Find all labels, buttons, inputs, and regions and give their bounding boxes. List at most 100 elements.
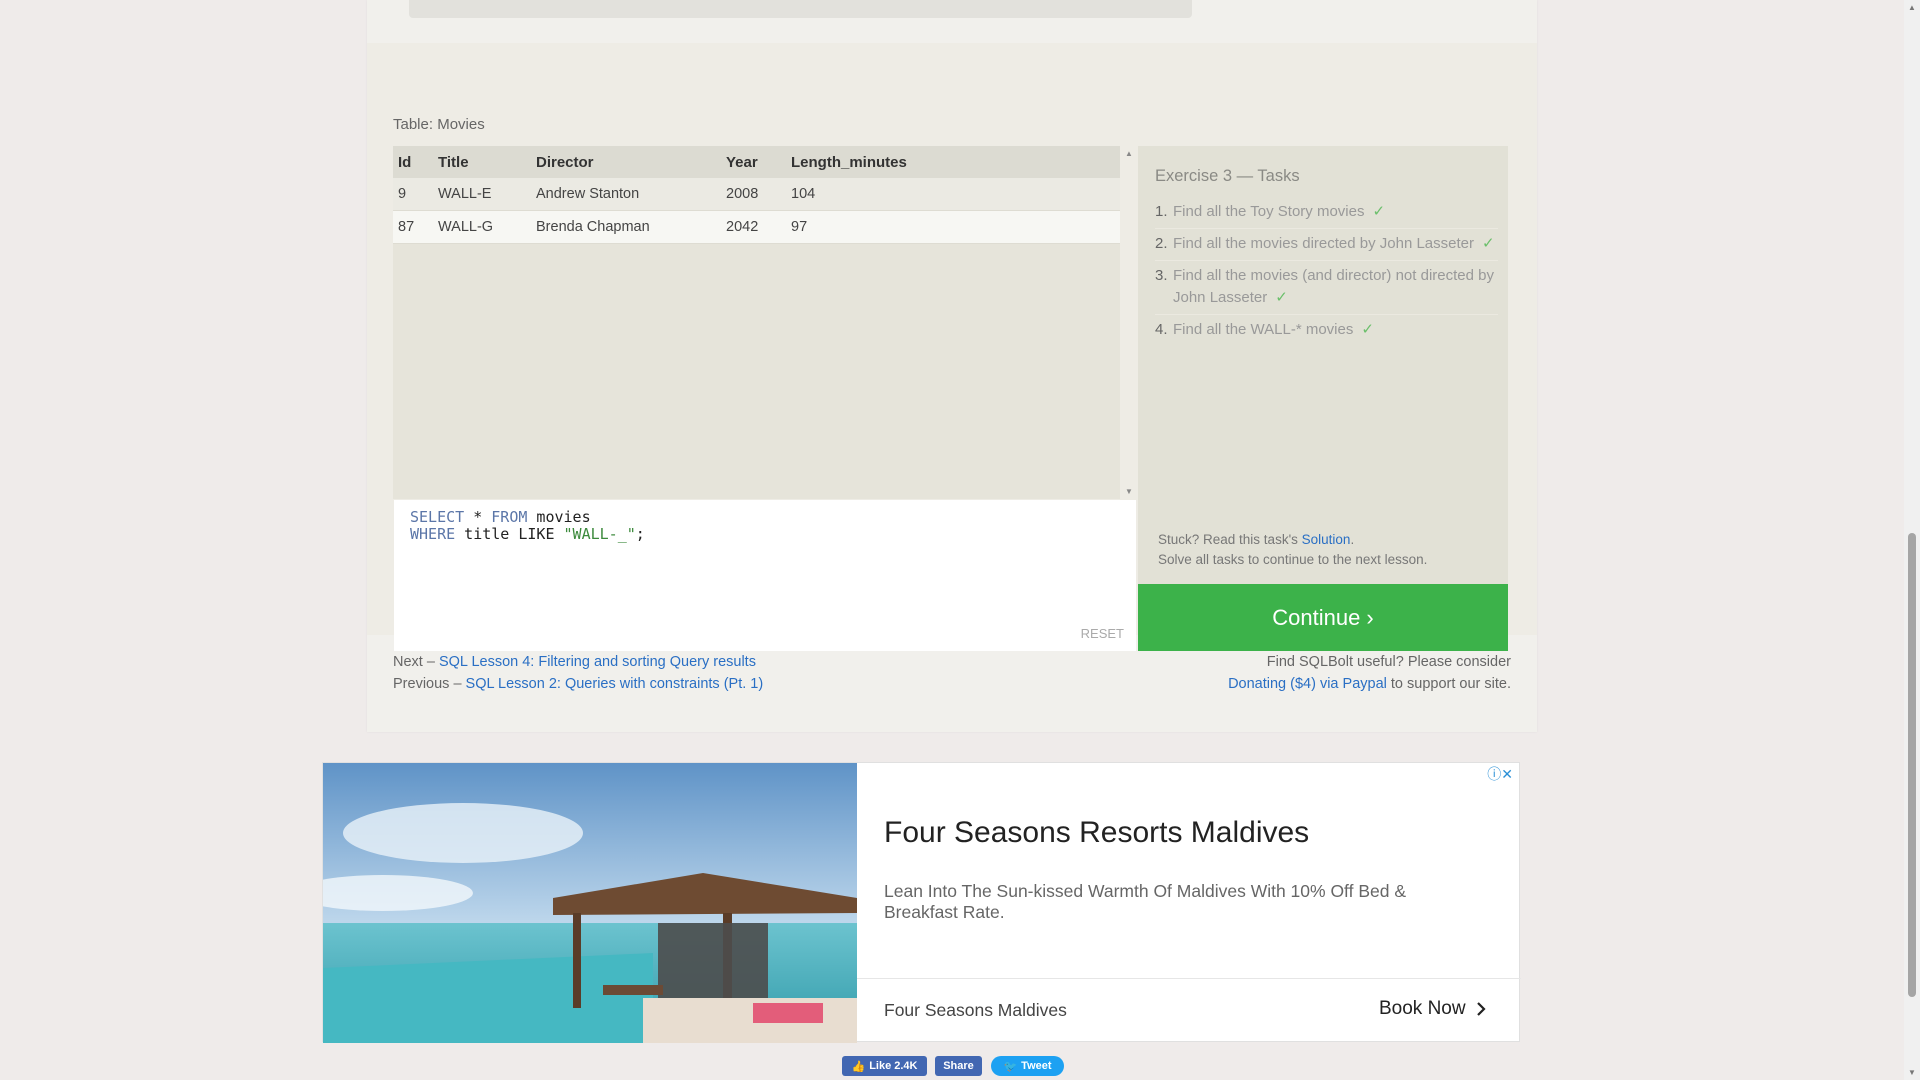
next-lesson-link[interactable]: SQL Lesson 4: Filtering and sorting Quer… — [439, 654, 756, 670]
ad-title[interactable]: Four Seasons Resorts Maldives — [884, 816, 1309, 850]
table-row: 87 WALL-G Brenda Chapman 2042 97 — [393, 210, 1120, 244]
ad-brand: Four Seasons Maldives — [884, 1000, 1067, 1020]
cell-director: Brenda Chapman — [531, 210, 721, 244]
chevron-right-icon — [1476, 1002, 1486, 1016]
resort-pool-illustration — [323, 763, 857, 1043]
column-header-title: Title — [433, 146, 531, 178]
facebook-like-button[interactable]: 👍 Like 2.4K — [842, 1056, 927, 1076]
sql-keyword: WHERE — [410, 525, 456, 543]
continue-button[interactable]: Continue › — [1138, 584, 1508, 651]
checkmark-icon: ✓ — [1372, 203, 1386, 220]
thumbs-up-icon: 👍 — [851, 1060, 866, 1073]
sql-keyword: FROM — [491, 508, 528, 526]
column-header-year: Year — [721, 146, 786, 178]
tweet-button[interactable]: 🐦 Tweet — [991, 1056, 1064, 1076]
ad-divider — [857, 978, 1521, 979]
lesson-card: Table: Movies Id Title Director Year Len… — [367, 0, 1537, 732]
tasks-panel: Exercise 3 — Tasks 1. Find all the Toy St… — [1138, 146, 1508, 584]
table-row: 9 WALL-E Andrew Stanton 2008 104 — [393, 178, 1120, 211]
reset-button[interactable]: RESET — [1081, 626, 1124, 641]
previous-code-block — [409, 0, 1192, 18]
next-prefix: Next – — [393, 654, 439, 670]
task-number: 4. — [1155, 321, 1168, 338]
scrollbar-thumb[interactable] — [1908, 533, 1916, 997]
cell-year: 2008 — [721, 178, 786, 211]
task-number: 2. — [1155, 235, 1168, 252]
next-lesson: Next – SQL Lesson 4: Filtering and sorti… — [393, 651, 763, 673]
task-item: 3. Find all the movies (and director) not… — [1155, 261, 1498, 315]
results-scrollbar[interactable]: ▲ ▼ — [1122, 146, 1136, 499]
sql-keyword: SELECT — [410, 508, 465, 526]
editor-line-1: SELECT * FROM movies — [410, 508, 591, 526]
previous-lesson-link[interactable]: SQL Lesson 2: Queries with constraints (… — [466, 676, 764, 692]
task-number: 3. — [1155, 267, 1168, 284]
tasks-title: Exercise 3 — Tasks — [1155, 167, 1300, 185]
donate-line: Find SQLBolt useful? Please consider — [1266, 654, 1511, 670]
task-item: 1. Find all the Toy Story movies ✓ — [1155, 197, 1498, 229]
cell-length: 97 — [786, 210, 1120, 244]
scroll-up-arrow-icon[interactable]: ▲ — [1908, 3, 1916, 12]
stuck-hint: Stuck? Read this task's Solution. Solve … — [1158, 530, 1427, 570]
advertisement[interactable]: ⓘ✕ Four Seasons Resorts Maldives Lean In… — [322, 762, 1521, 1043]
column-header-id: Id — [393, 146, 433, 178]
donate-message: Find SQLBolt useful? Please consider Don… — [1228, 651, 1511, 695]
cell-director: Andrew Stanton — [531, 178, 721, 211]
ad-resort-image[interactable] — [323, 763, 857, 1043]
solution-link[interactable]: Solution — [1302, 532, 1351, 547]
sql-string: "WALL-_" — [563, 525, 636, 543]
sql-text: ; — [635, 525, 645, 543]
donate-line-2: Donating ($4) via Paypal to support our … — [1228, 673, 1511, 695]
sql-editor[interactable]: SELECT * FROM movies WHERE title LIKE "W… — [394, 500, 1136, 651]
table-caption: Table: Movies — [393, 116, 485, 133]
column-header-length: Length_minutes — [786, 146, 1120, 178]
task-item: 4. Find all the WALL-* movies ✓ — [1155, 315, 1498, 346]
lesson-navigation: Next – SQL Lesson 4: Filtering and sorti… — [393, 651, 763, 695]
stuck-suffix: . — [1350, 532, 1355, 547]
stuck-text: Stuck? Read this task's — [1158, 532, 1302, 547]
sql-text: title LIKE — [455, 525, 564, 543]
donate-suffix: to support our site. — [1386, 676, 1511, 692]
like-label: Like 2.4K — [869, 1060, 918, 1072]
task-number: 1. — [1155, 203, 1168, 220]
solve-all-text: Solve all tasks to continue to the next … — [1158, 552, 1428, 567]
task-item: 2. Find all the movies directed by John L… — [1155, 229, 1498, 261]
checkmark-icon: ✓ — [1361, 321, 1374, 338]
task-text: Find all the WALL-* movies — [1173, 321, 1354, 338]
cell-id: 9 — [393, 178, 433, 211]
page-scrollbar[interactable]: ▲ ▼ — [1904, 0, 1920, 1080]
twitter-bird-icon: 🐦 — [1003, 1060, 1018, 1073]
cell-id: 87 — [393, 210, 433, 244]
scroll-down-arrow-icon[interactable]: ▼ — [1908, 1068, 1916, 1077]
checkmark-icon: ✓ — [1275, 289, 1288, 306]
cell-title: WALL-E — [433, 178, 531, 211]
ad-controls: ⓘ✕ — [1487, 764, 1513, 784]
book-now-button[interactable]: Book Now — [1379, 998, 1486, 1020]
cell-length: 104 — [786, 178, 1120, 211]
results-table: Id Title Director Year Length_minutes 9 … — [393, 146, 1120, 244]
sql-text: * — [464, 508, 492, 526]
task-text: Find all the movies (and director) not d… — [1173, 267, 1494, 306]
scroll-down-arrow-icon[interactable]: ▼ — [1125, 487, 1133, 496]
previous-lesson: Previous – SQL Lesson 2: Queries with co… — [393, 673, 763, 695]
results-table-container[interactable]: Id Title Director Year Length_minutes 9 … — [393, 146, 1120, 499]
scroll-up-arrow-icon[interactable]: ▲ — [1125, 149, 1133, 158]
tweet-label: Tweet — [1021, 1060, 1052, 1072]
book-now-label: Book Now — [1379, 998, 1466, 1019]
cell-year: 2042 — [721, 210, 786, 244]
previous-prefix: Previous – — [393, 676, 466, 692]
table-header-row: Id Title Director Year Length_minutes — [393, 146, 1120, 178]
facebook-share-button[interactable]: Share — [935, 1056, 982, 1076]
editor-line-2: WHERE title LIKE "WALL-_"; — [410, 525, 645, 543]
donate-link[interactable]: Donating ($4) via Paypal — [1228, 676, 1387, 692]
column-header-director: Director — [531, 146, 721, 178]
task-list: 1. Find all the Toy Story movies ✓ 2. Find … — [1155, 197, 1498, 346]
checkmark-icon: ✓ — [1482, 235, 1495, 252]
sql-text: movies — [527, 508, 591, 526]
close-icon[interactable]: ✕ — [1501, 766, 1513, 782]
exercise-area: Table: Movies Id Title Director Year Len… — [367, 43, 1537, 651]
task-text: Find all the Toy Story movies — [1173, 203, 1365, 220]
ad-description: Lean Into The Sun-kissed Warmth Of Maldi… — [884, 881, 1406, 922]
info-icon[interactable]: ⓘ — [1487, 766, 1501, 782]
cell-title: WALL-G — [433, 210, 531, 244]
task-text: Find all the movies directed by John Las… — [1173, 235, 1474, 252]
